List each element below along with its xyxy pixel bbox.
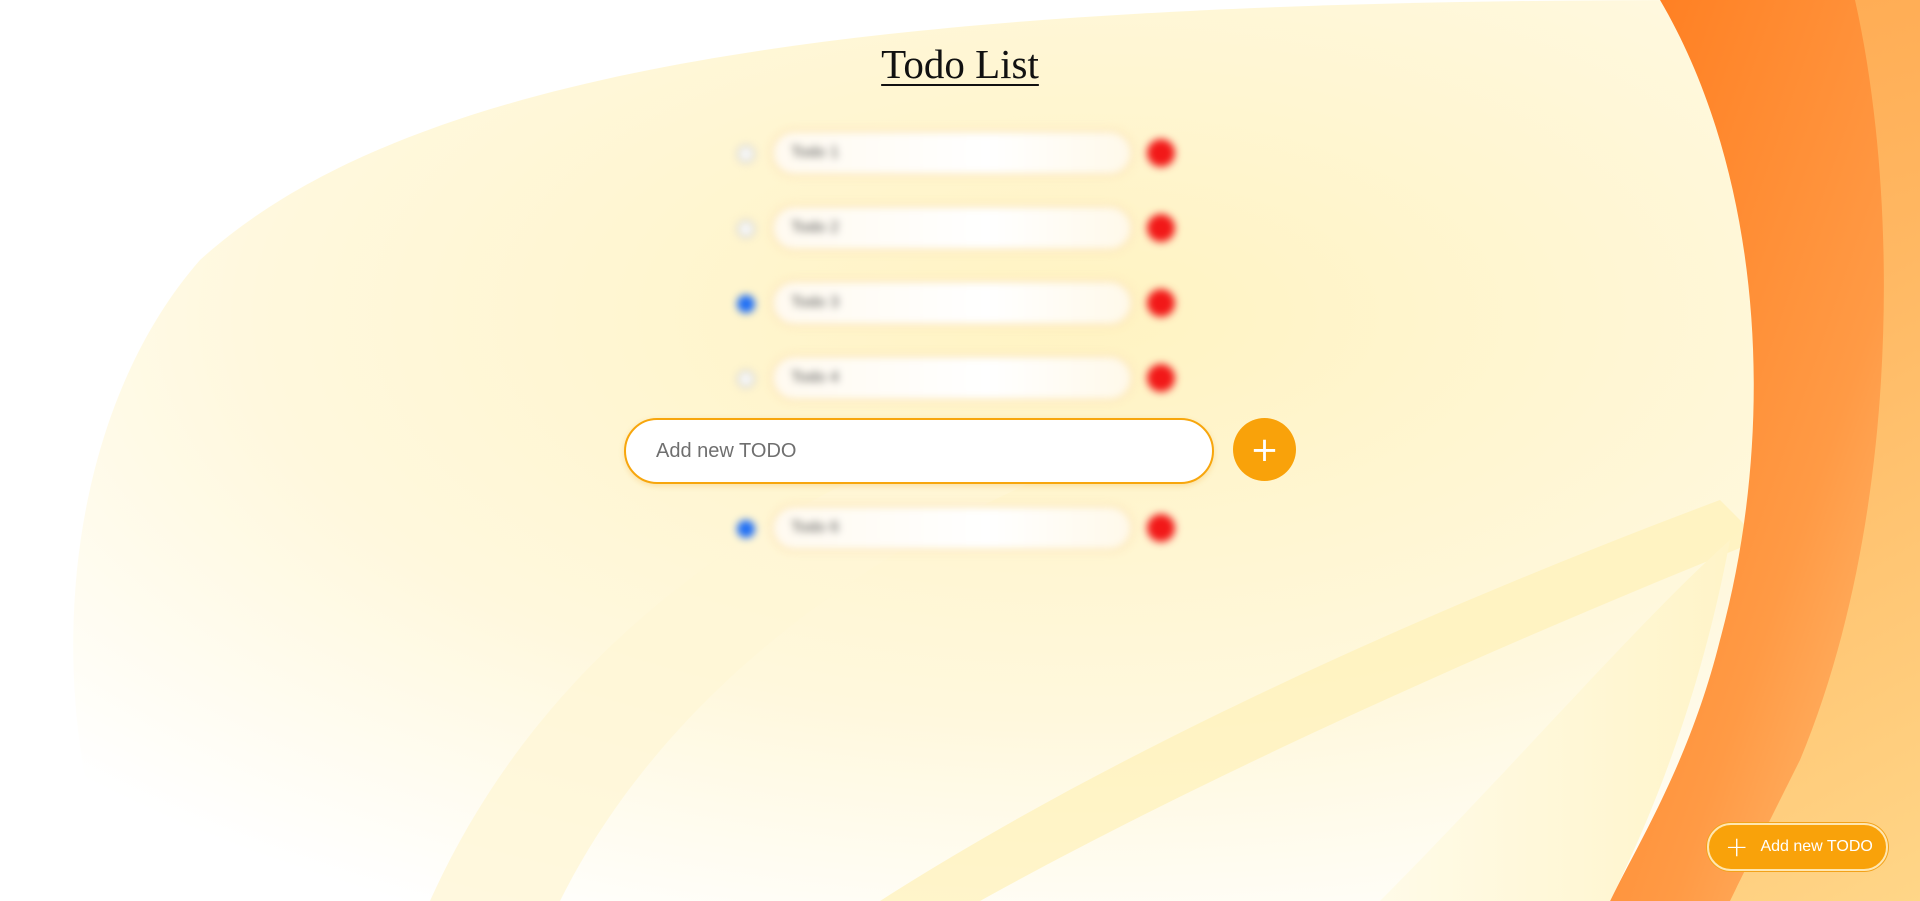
todo-item: Todo 4 bbox=[730, 349, 1190, 409]
delete-button[interactable] bbox=[1147, 139, 1175, 167]
todo-checkbox[interactable] bbox=[737, 370, 755, 388]
todo-text-field[interactable]: Todo 6 bbox=[770, 504, 1134, 552]
todo-checkbox-checked[interactable] bbox=[737, 295, 755, 313]
app-container: Todo List Todo 1 Todo 2 Todo 3 Todo 4 To… bbox=[0, 0, 1920, 901]
todo-item: Todo 3 bbox=[730, 274, 1190, 334]
add-todo-button[interactable]: + bbox=[1233, 418, 1296, 481]
plus-icon: + bbox=[1725, 830, 1749, 863]
todo-text-field[interactable]: Todo 3 bbox=[770, 279, 1134, 327]
todo-item: Todo 6 bbox=[730, 499, 1190, 559]
new-todo-input[interactable] bbox=[626, 420, 1212, 482]
delete-button[interactable] bbox=[1147, 214, 1175, 242]
delete-button[interactable] bbox=[1147, 289, 1175, 317]
todo-item: Todo 2 bbox=[730, 199, 1190, 259]
todo-checkbox[interactable] bbox=[737, 145, 755, 163]
todo-item: Todo 1 bbox=[730, 124, 1190, 184]
todo-text-field[interactable]: Todo 2 bbox=[770, 204, 1134, 252]
todo-checkbox[interactable] bbox=[737, 220, 755, 238]
page-title: Todo List bbox=[881, 41, 1039, 87]
todo-text-field[interactable]: Todo 4 bbox=[770, 354, 1134, 402]
todo-text-field[interactable]: Todo 1 bbox=[770, 129, 1134, 177]
delete-button[interactable] bbox=[1147, 514, 1175, 542]
add-new-todo-fab[interactable]: + Add new TODO bbox=[1707, 823, 1888, 871]
fab-label: Add new TODO bbox=[1760, 838, 1873, 855]
plus-icon: + bbox=[1250, 429, 1279, 470]
delete-button[interactable] bbox=[1147, 364, 1175, 392]
new-todo-input-wrapper bbox=[624, 418, 1214, 484]
todo-checkbox-checked[interactable] bbox=[737, 520, 755, 538]
